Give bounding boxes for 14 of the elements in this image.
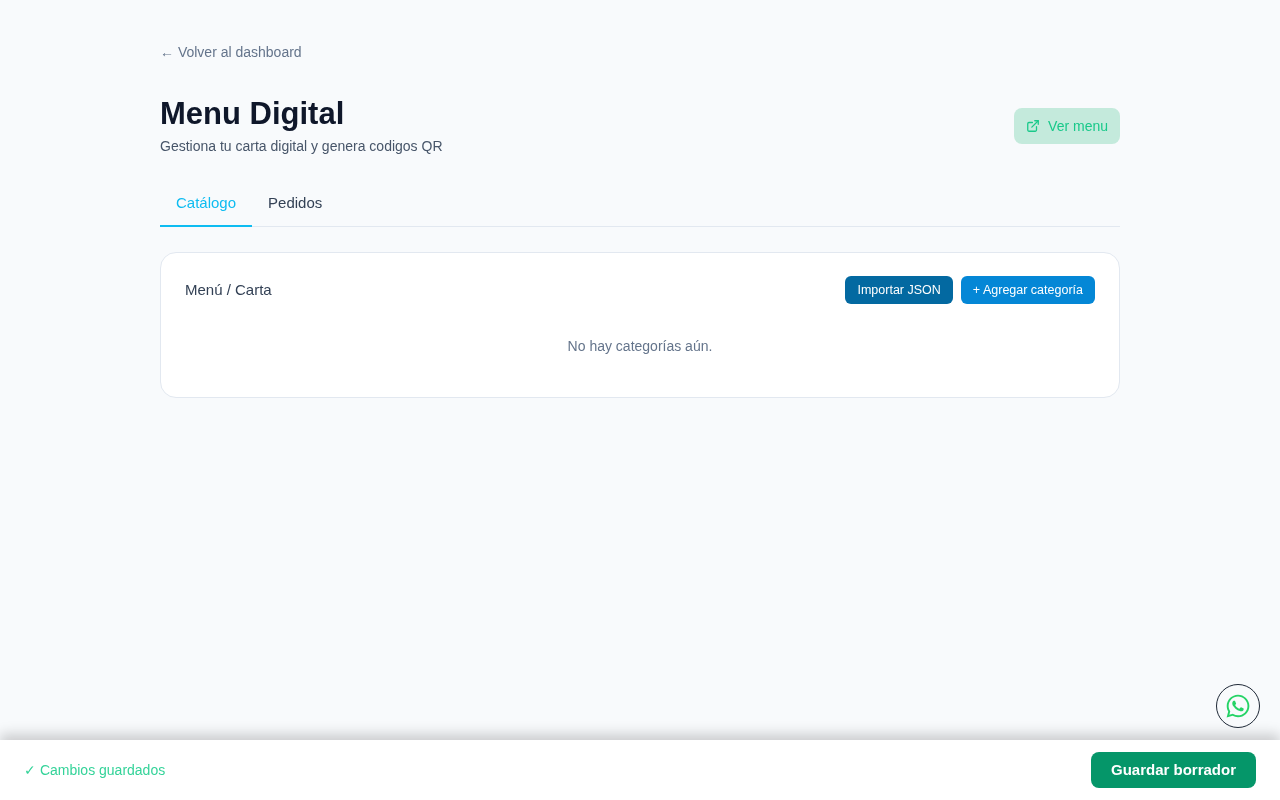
save-draft-button[interactable]: Guardar borrador [1090,752,1256,788]
page-subtitle: Gestiona tu carta digital y genera codigos QR [160,137,443,156]
external-link-icon [1026,119,1041,133]
tab[interactable]: Pedidos [252,182,339,227]
page-title: Menu Digital [160,95,346,133]
chat-button[interactable] [1216,684,1260,728]
save-status: ✓ Cambios guardados [24,760,166,780]
empty-message: No hay categorías aún. [566,337,714,356]
phone-bubble-icon [1225,693,1251,719]
back-link[interactable]: ← Volver al dashboard [160,42,302,62]
tab[interactable]: Catálogo [160,182,253,227]
add-category-button[interactable]: + Agregar categoría [960,276,1095,304]
import-button[interactable]: Importar JSON [845,276,953,304]
card-title: Menú / Carta [185,279,272,300]
